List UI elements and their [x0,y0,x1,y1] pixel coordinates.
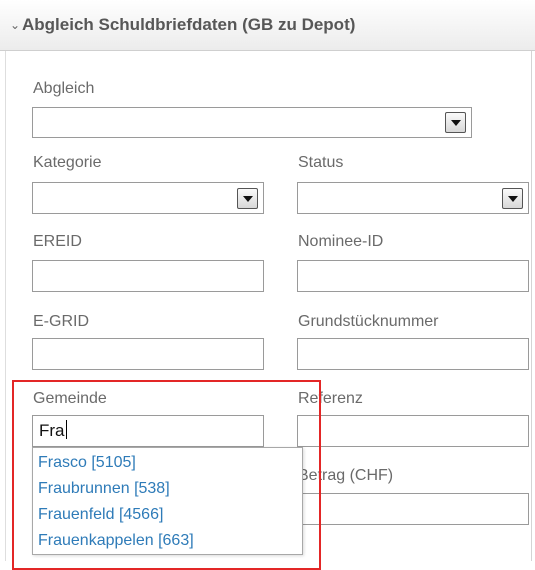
status-label: Status [298,154,344,171]
nominee-id-input[interactable] [297,260,529,292]
abgleich-label: Abgleich [33,80,95,97]
abgleich-select[interactable] [32,107,472,138]
grundstuecknummer-label: Grundstücknummer [298,313,439,330]
highlight-annotation [12,380,321,570]
egrid-input[interactable] [32,338,264,370]
ereid-input[interactable] [32,260,264,292]
referenz-input[interactable] [297,415,529,447]
grundstuecknummer-input[interactable] [297,338,529,370]
section-header[interactable]: ⌄ Abgleich Schuldbriefdaten (GB zu Depot… [0,0,535,51]
egrid-label: E-GRID [33,313,89,330]
kategorie-label: Kategorie [33,154,102,171]
panel-border [5,51,6,561]
chevron-down-icon[interactable] [237,188,258,209]
section-title: Abgleich Schuldbriefdaten (GB zu Depot) [22,15,356,34]
chevron-down-icon[interactable] [502,188,523,209]
betrag-input[interactable] [297,493,529,525]
chevron-down-icon[interactable]: ⌄ [10,18,20,32]
nominee-id-label: Nominee-ID [298,233,384,250]
chevron-down-icon[interactable] [445,112,466,133]
panel-border [531,51,532,561]
status-select[interactable] [297,182,529,214]
ereid-label: EREID [33,233,82,250]
kategorie-select[interactable] [32,182,264,214]
